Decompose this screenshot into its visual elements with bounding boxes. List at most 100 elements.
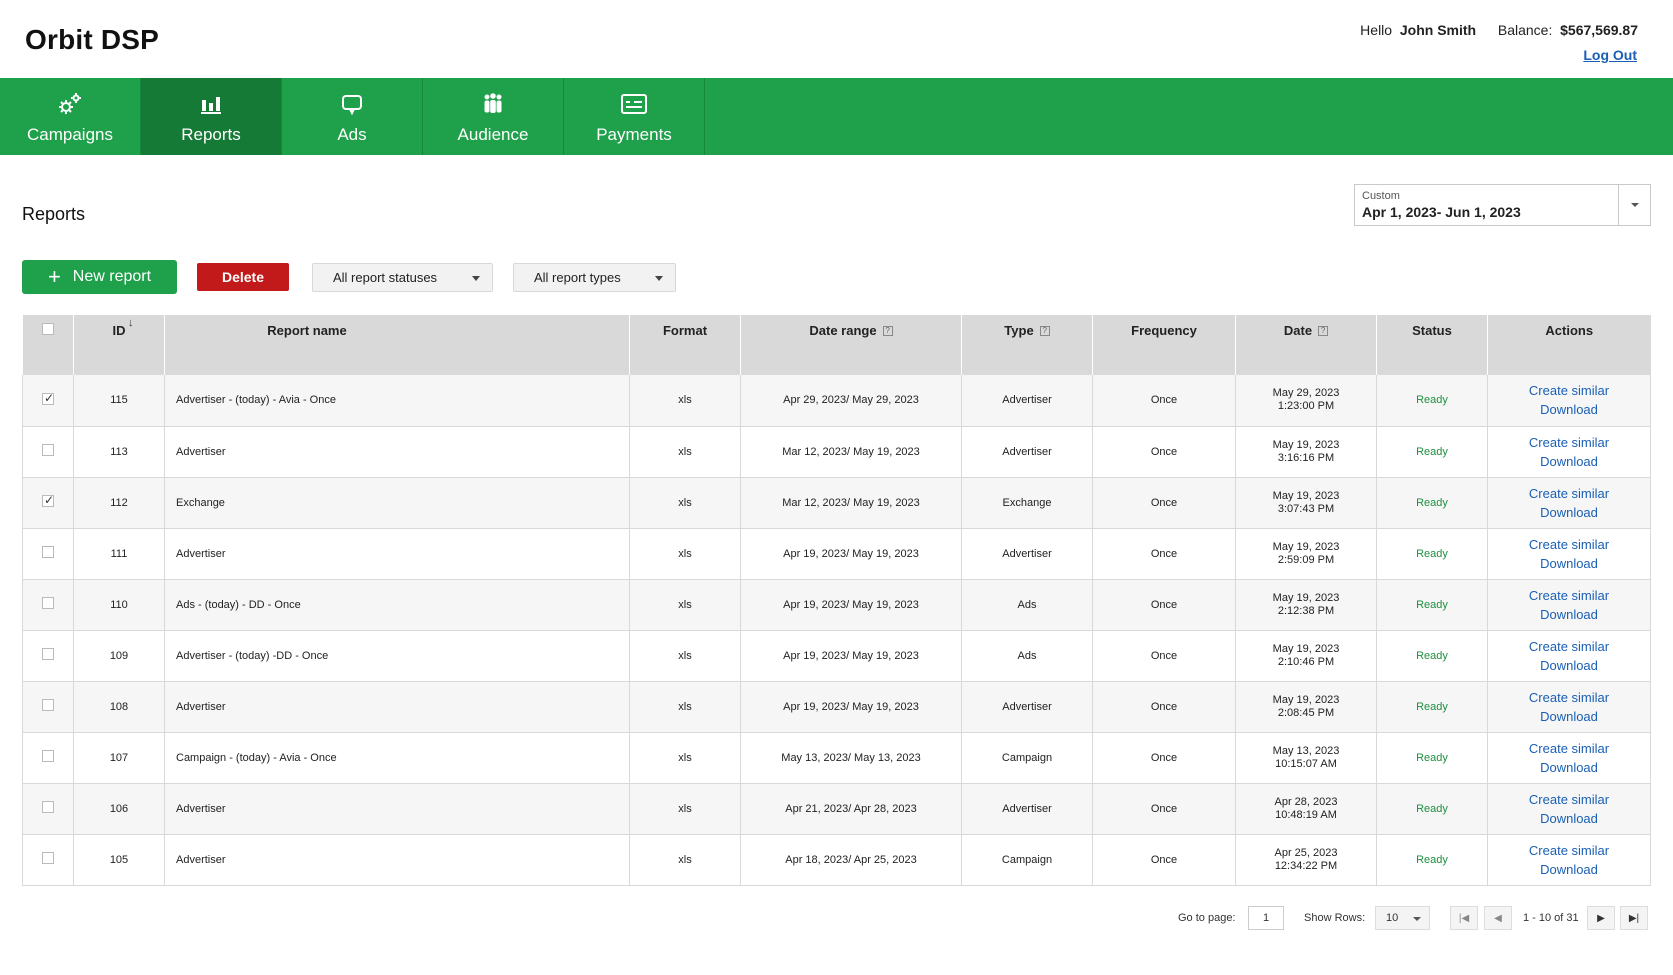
download-link[interactable]: Download — [1488, 554, 1650, 573]
frequency-cell: Once — [1092, 426, 1236, 478]
status-filter-select[interactable]: All report statuses — [312, 263, 493, 292]
actions-cell: Create similar Download — [1487, 477, 1651, 529]
date-range-picker[interactable]: Custom Apr 1, 2023- Jun 1, 2023 — [1354, 184, 1651, 226]
download-link[interactable]: Download — [1488, 758, 1650, 777]
table-row[interactable]: 112ExchangexlsMar 12, 2023/ May 19, 2023… — [22, 477, 1651, 529]
next-page-button[interactable]: ▶ — [1587, 906, 1615, 930]
create-similar-link[interactable]: Create similar — [1488, 433, 1650, 452]
table-row[interactable]: 107 Campaign - (today) - Avia - Once xls Ma… — [22, 732, 1651, 784]
create-similar-link[interactable]: Create similar — [1488, 484, 1650, 503]
id-cell: 106 — [73, 783, 165, 835]
prev-page-button[interactable]: ◀ — [1484, 906, 1512, 930]
first-page-icon: |◀ — [1458, 912, 1470, 924]
logout-link[interactable]: Log Out — [1583, 47, 1637, 63]
status-badge: Ready — [1376, 375, 1488, 427]
nav-item-reports[interactable]: Reports — [141, 78, 282, 155]
pagination: Go to page: 1 Show Rows: 10 |◀ ◀ 1 - 10 … — [0, 906, 1673, 932]
date-range-header: Date range? — [740, 315, 962, 375]
show-rows-label: Show Rows: — [1304, 912, 1366, 924]
create-similar-link[interactable]: Create similar — [1488, 688, 1650, 707]
nav-item-campaigns[interactable]: Campaigns — [0, 78, 141, 155]
type-header-label: Type — [1004, 323, 1034, 338]
table-row[interactable]: 106 Advertiser xls Apr 21, 2023/ Apr 28, 20… — [22, 783, 1651, 835]
select-all-checkbox[interactable] — [41, 323, 54, 335]
date-range-cell: Apr 19, 2023/ May 19, 2023 — [740, 528, 962, 580]
date-value: May 13, 2023 — [1272, 744, 1340, 757]
frequency-cell: Once — [1092, 579, 1236, 631]
sort-down-icon[interactable]: ↓ — [128, 317, 134, 329]
status-badge: Ready — [1376, 834, 1488, 886]
first-page-button[interactable]: |◀ — [1450, 906, 1478, 930]
row-checkbox[interactable] — [42, 801, 54, 813]
row-checkbox[interactable] — [42, 648, 54, 660]
download-link[interactable]: Download — [1488, 452, 1650, 471]
type-cell: Campaign — [961, 732, 1093, 784]
table-row[interactable]: 109 Advertiser - (today) -DD - Once xls Apr… — [22, 630, 1651, 682]
download-link[interactable]: Download — [1488, 809, 1650, 828]
table-row[interactable]: 115Advertiser - (today) - Avia - Oncexls… — [22, 375, 1651, 427]
help-icon[interactable]: ? — [882, 326, 893, 336]
date-range-cell: Apr 19, 2023/ May 19, 2023 — [740, 681, 962, 733]
id-header[interactable]: ↓ ID — [73, 315, 165, 375]
show-rows-select[interactable]: 10 — [1375, 906, 1430, 930]
row-checkbox[interactable] — [42, 444, 54, 456]
new-report-button[interactable]: + New report — [22, 260, 177, 294]
create-similar-link[interactable]: Create similar — [1488, 739, 1650, 758]
status-badge: Ready — [1376, 528, 1488, 580]
row-checkbox[interactable] — [42, 546, 54, 558]
type-cell: Ads — [961, 579, 1093, 631]
actions-cell: Create similar Download — [1487, 783, 1651, 835]
table-header-row: ↓ ID Report name Format Date range? Type… — [22, 315, 1651, 375]
delete-button[interactable]: Delete — [197, 263, 289, 291]
create-similar-link[interactable]: Create similar — [1488, 535, 1650, 554]
nav-item-payments[interactable]: Payments — [564, 78, 705, 155]
date-value: May 29, 2023 — [1272, 387, 1340, 400]
chevron-down-icon[interactable] — [1618, 185, 1650, 225]
format-header-label: Format — [662, 323, 708, 338]
create-similar-link[interactable]: Create similar — [1488, 637, 1650, 656]
date-value: Apr 28, 2023 — [1274, 795, 1338, 808]
time-value: 12:34:22 PM — [1274, 859, 1338, 872]
table-row[interactable]: 108 Advertiser xls Apr 19, 2023/ May 19, 20… — [22, 681, 1651, 733]
format-cell: xls — [629, 375, 741, 427]
create-similar-link[interactable]: Create similar — [1488, 790, 1650, 809]
create-similar-link[interactable]: Create similar — [1488, 841, 1650, 860]
go-to-page-input[interactable]: 1 — [1248, 906, 1284, 930]
row-checkbox[interactable] — [42, 699, 54, 711]
table-row[interactable]: 105 Advertiser xls Apr 18, 2023/ Apr 25, 20… — [22, 834, 1651, 886]
help-icon[interactable]: ? — [1318, 326, 1329, 336]
date-range-cell: Mar 12, 2023/ May 19, 2023 — [740, 477, 962, 529]
row-checkbox[interactable] — [42, 750, 54, 762]
report-name-cell: Advertiser — [164, 426, 630, 478]
table-row[interactable]: 110 Ads - (today) - DD - Once xls Apr 19, 2… — [22, 579, 1651, 631]
create-similar-link[interactable]: Create similar — [1488, 381, 1650, 400]
download-link[interactable]: Download — [1488, 707, 1650, 726]
row-checkbox[interactable] — [42, 852, 54, 864]
download-link[interactable]: Download — [1488, 860, 1650, 879]
nav-item-ads[interactable]: Ads — [282, 78, 423, 155]
time-value: 10:15:07 AM — [1275, 757, 1337, 770]
row-checkbox[interactable] — [42, 493, 54, 507]
type-filter-select[interactable]: All report types — [513, 263, 676, 292]
download-link[interactable]: Download — [1488, 605, 1650, 624]
last-page-button[interactable]: ▶| — [1620, 906, 1648, 930]
create-similar-link[interactable]: Create similar — [1488, 586, 1650, 605]
table-row[interactable]: 113 Advertiser xls Mar 12, 2023/ May 19, 20… — [22, 426, 1651, 478]
row-checkbox[interactable] — [42, 597, 54, 609]
row-checkbox[interactable] — [42, 391, 54, 405]
frequency-header-label: Frequency — [1131, 323, 1197, 338]
nav-label-reports: Reports — [181, 124, 241, 144]
help-icon[interactable]: ? — [1039, 326, 1050, 336]
nav-label-audience: Audience — [457, 124, 529, 144]
download-link[interactable]: Download — [1488, 656, 1650, 675]
format-cell: xls — [629, 579, 741, 631]
id-cell: 115 — [73, 375, 165, 427]
actions-header-label: Actions — [1545, 323, 1594, 338]
id-cell: 107 — [73, 732, 165, 784]
status-filter-value: All report statuses — [333, 270, 438, 285]
nav-item-audience[interactable]: Audience — [423, 78, 564, 155]
table-row[interactable]: 111 Advertiser xls Apr 19, 2023/ May 19, 20… — [22, 528, 1651, 580]
download-link[interactable]: Download — [1488, 503, 1650, 522]
download-link[interactable]: Download — [1488, 400, 1650, 419]
date-range-cell: Apr 29, 2023/ May 29, 2023 — [740, 375, 962, 427]
